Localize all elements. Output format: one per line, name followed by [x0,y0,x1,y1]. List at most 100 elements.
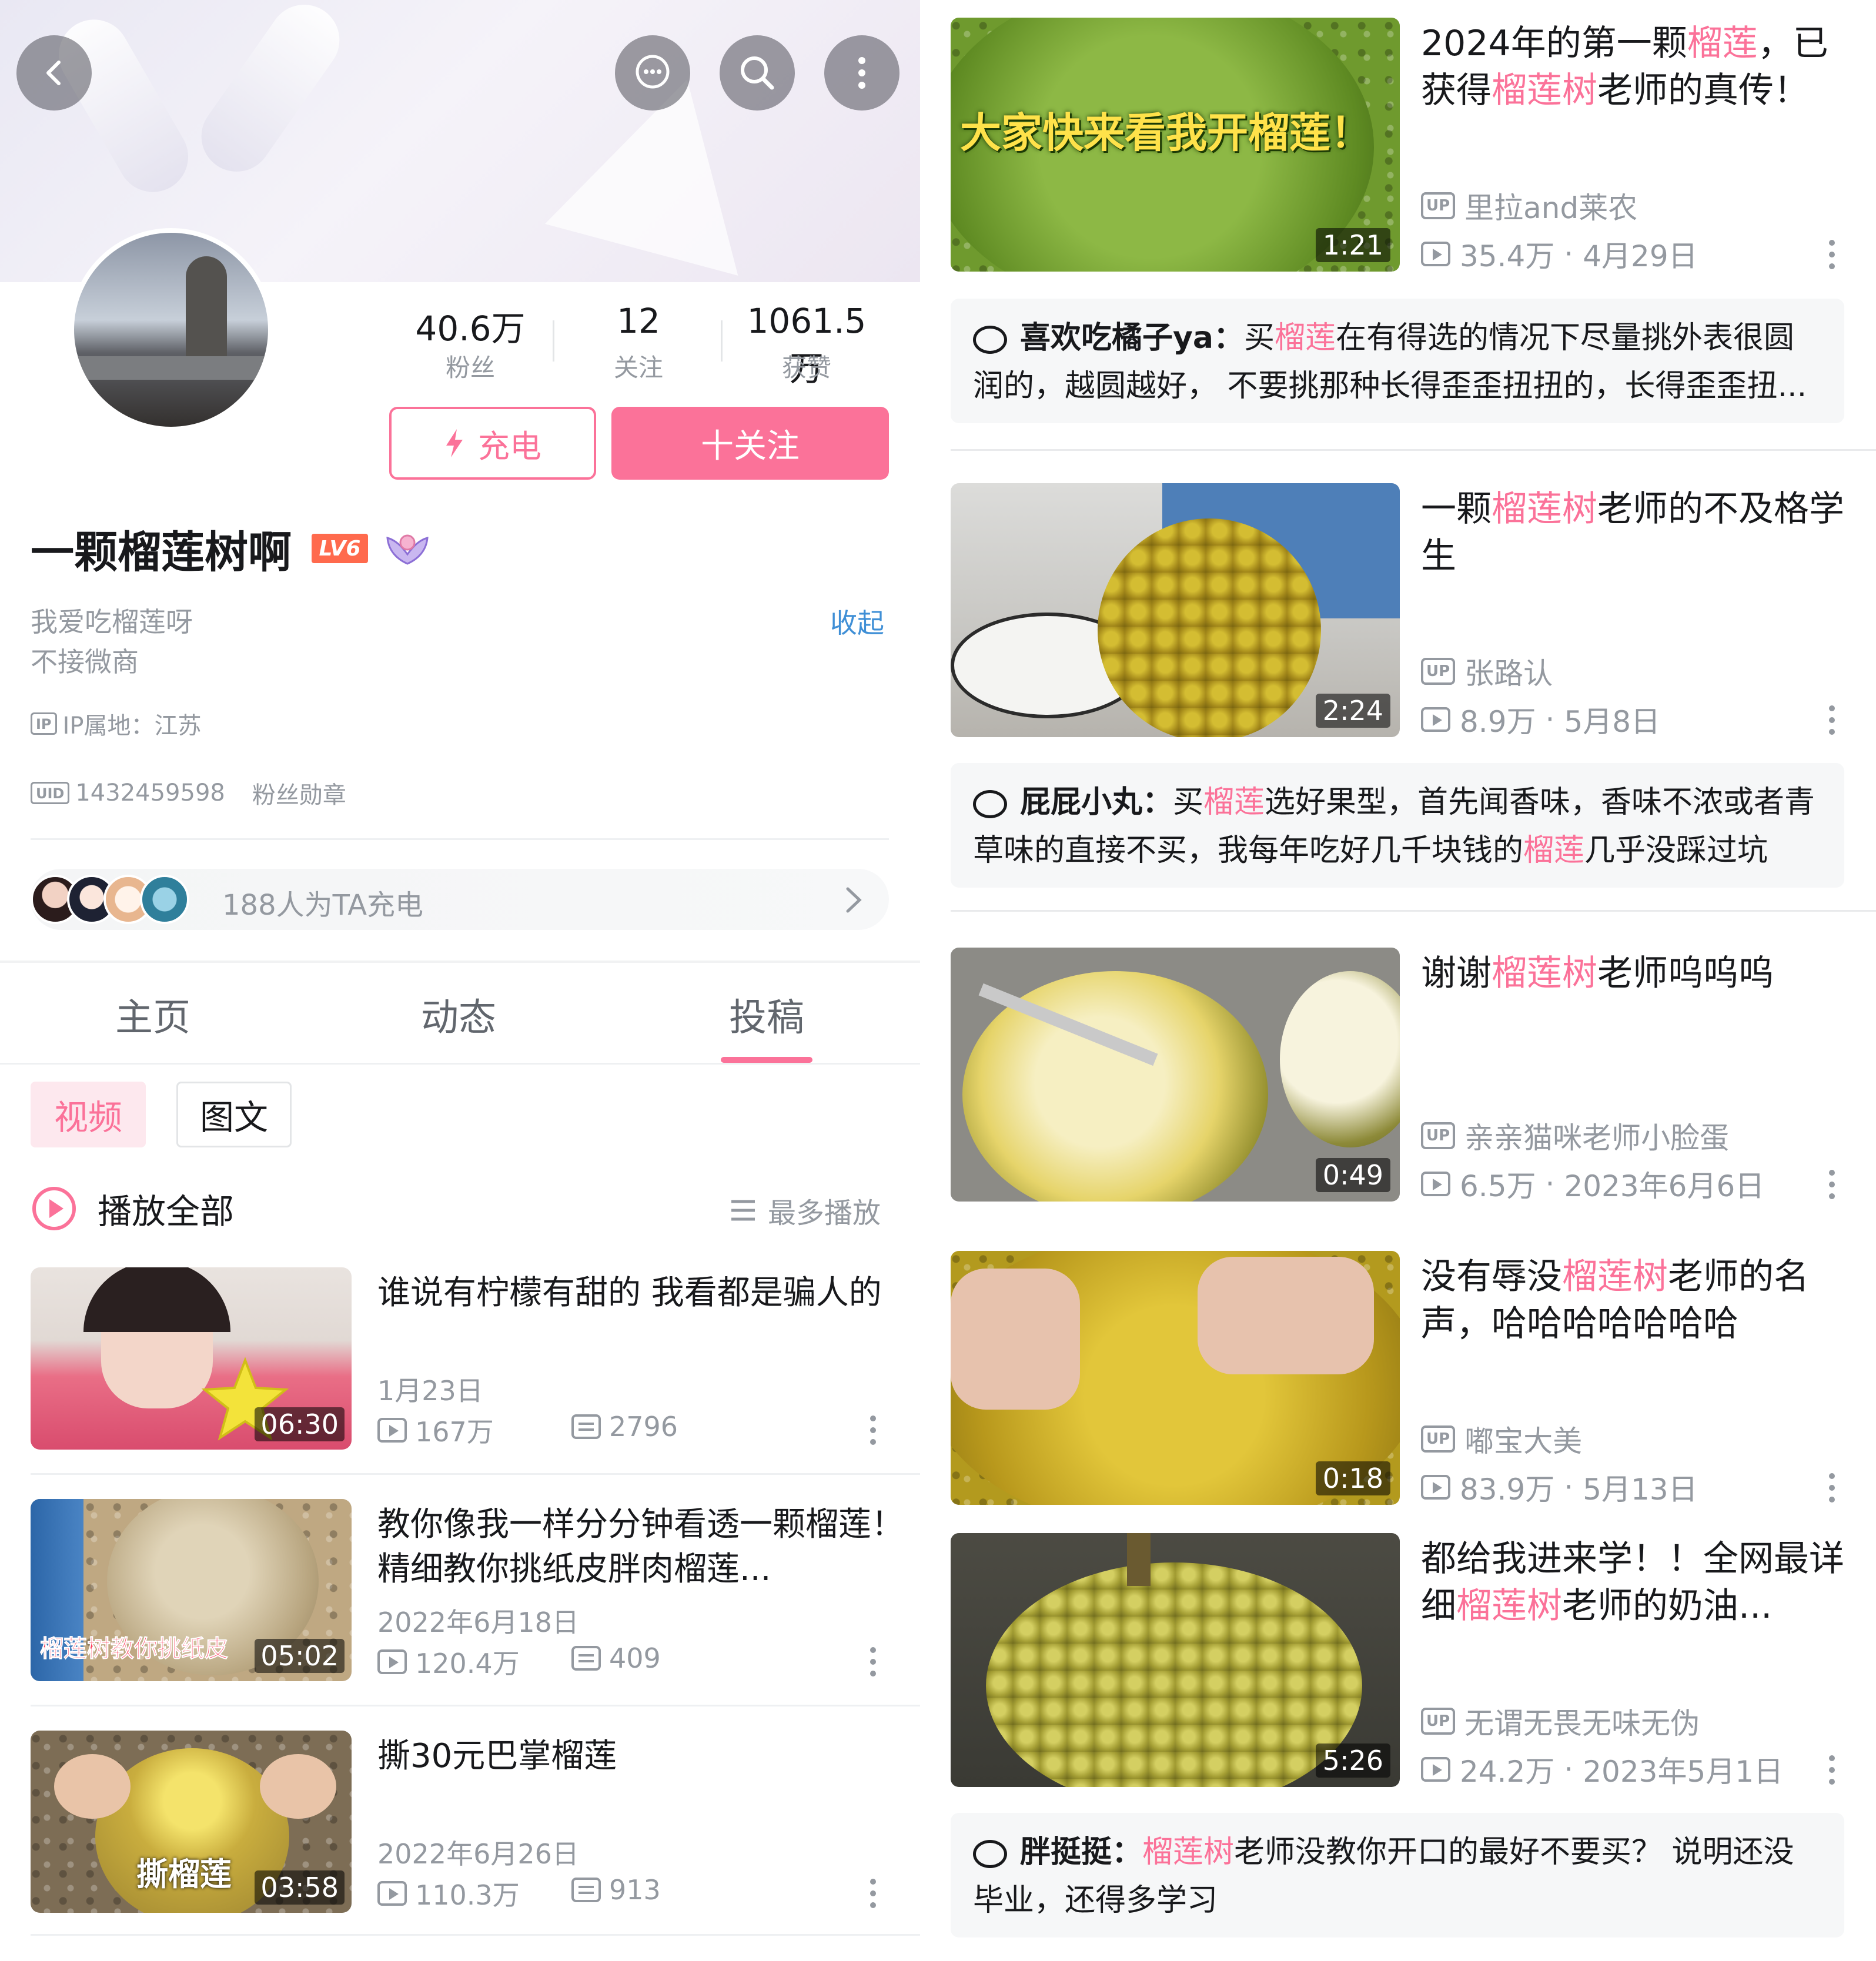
video-title[interactable]: 都给我进来学！！全网最详细榴莲树老师的奶油... [1421,1535,1844,1629]
more-vertical-icon[interactable] [1829,1473,1836,1502]
comment-snippet[interactable]: 胖挺挺：榴莲树老师没教你开口的最好不要买？ 说明还没毕业，还得多学习 [951,1813,1844,1937]
tab-home[interactable]: 主页 [65,988,241,1042]
divider [31,838,889,840]
uploader-row[interactable]: UP 亲亲猫咪老师小脸蛋 [1421,1115,1729,1157]
video-duration: 0:18 [1315,1461,1390,1495]
more-vertical-icon[interactable] [1829,1170,1836,1199]
play-all-button[interactable]: 播放全部 [31,1184,234,1233]
comment-user: 屁屁小丸： [1020,785,1173,820]
video-thumbnail[interactable]: 榴莲树教你挑纸皮 05:02 [31,1499,352,1681]
list-sort-icon [731,1200,755,1221]
video-thumbnail[interactable]: 5:26 [951,1533,1400,1787]
video-item[interactable]: 榴莲树教你挑纸皮 05:02 教你像我一样分分钟看透一颗榴莲！精细教你挑纸皮胖肉… [31,1499,904,1681]
play-count-icon [1421,242,1450,266]
message-button[interactable] [615,35,690,111]
video-date: 5月13日 [1583,1473,1698,1507]
title-highlight: 榴莲树 [1492,70,1597,111]
play-count-icon [377,1881,407,1906]
up-tag-icon: UP [1421,1425,1456,1453]
comment-snippet[interactable]: 喜欢吃橘子ya：买榴莲在有得选的情况下尽量挑外表很圆润的，越圆越好， 不要挑那种… [951,299,1844,423]
video-duration: 05:02 [255,1639,345,1673]
comments-value: 913 [609,1874,661,1906]
video-thumbnail[interactable]: 2:24 [951,483,1400,737]
video-duration: 2:24 [1315,694,1390,728]
comment-highlight: 榴莲 [1523,833,1585,868]
video-title[interactable]: 一颗榴莲树老师的不及格学生 [1421,486,1844,580]
video-date: 1月23日 [377,1375,483,1407]
video-title[interactable]: 撕30元巴掌榴莲 [377,1734,918,1779]
search-results-panel: 大家快来看我开榴莲！ 1:21 2024年的第一颗榴莲，已获得榴莲树老师的真传！… [938,0,1876,1961]
up-tag-icon: UP [1421,1122,1456,1149]
follow-label: 十关注 [701,427,800,466]
danmaku-icon [571,1878,601,1902]
tab-dynamic[interactable]: 动态 [370,988,547,1042]
video-result[interactable]: 大家快来看我开榴莲！ 1:21 2024年的第一颗榴莲，已获得榴莲树老师的真传！… [951,18,1844,273]
search-button[interactable] [720,35,795,111]
video-date: 4月29日 [1583,239,1698,273]
more-vertical-icon[interactable] [1829,1755,1836,1785]
more-button[interactable] [824,35,899,111]
uploader-row[interactable]: UP 无谓无畏无味无伪 [1421,1700,1700,1742]
chargers-row[interactable]: 188人为TA充电 [31,869,889,930]
follow-button[interactable]: 十关注 [611,407,889,480]
title-highlight: 榴莲树 [1492,488,1597,530]
video-result[interactable]: 2:24 一颗榴莲树老师的不及格学生 UP 张路认 8.9万 · 5月8日 [951,483,1844,739]
collapse-link[interactable]: 收起 [830,602,884,641]
more-vertical-icon[interactable] [1829,240,1836,269]
more-vertical-icon[interactable] [870,1879,877,1908]
likes-label: 获赞 [781,353,831,382]
level-badge: LV6 [312,534,368,563]
profile-panel: 40.6万 粉丝 12 关注 1061.5万 获赞 充电 十关注 一颗榴莲树啊 … [0,0,920,1961]
following-count[interactable]: 12 [562,301,715,341]
title-text: 没有辱没 [1421,1256,1562,1297]
title-text: 一颗 [1421,488,1492,530]
play-circle-icon [32,1187,76,1230]
fans-label[interactable]: 粉丝 [394,348,547,384]
view-count-row: 83.9万 · 5月13日 [1421,1466,1698,1508]
subtab-video[interactable]: 视频 [31,1082,146,1147]
video-result[interactable]: 0:49 谢谢榴莲树老师呜呜呜 UP 亲亲猫咪老师小脸蛋 6.5万 · 2023年6月… [951,948,1844,1203]
tab-uploads[interactable]: 投稿 [678,988,855,1042]
video-title[interactable]: 谢谢榴莲树老师呜呜呜 [1421,950,1844,997]
views-value: 110.3万 [415,1879,520,1911]
following-label[interactable]: 关注 [562,348,715,384]
video-result[interactable]: 0:18 没有辱没榴莲树老师的名声，哈哈哈哈哈哈哈 UP 嘟宝大美 83.9万 · 5… [951,1251,1844,1508]
avatar[interactable] [69,228,273,431]
video-title[interactable]: 2024年的第一颗榴莲，已获得榴莲树老师的真传！ [1421,20,1844,114]
uid-value[interactable]: 1432459598 [75,779,225,807]
video-thumbnail[interactable]: 0:18 [951,1251,1400,1505]
play-count-icon [1421,1757,1450,1782]
uploader-row[interactable]: UP 嘟宝大美 [1421,1418,1582,1460]
more-vertical-icon[interactable] [870,1647,877,1676]
more-vertical-icon[interactable] [1829,705,1836,735]
vip-wing-icon[interactable] [385,525,430,570]
comment-highlight: 榴莲 [1275,320,1336,356]
uploader-row[interactable]: UP 张路认 [1421,650,1553,692]
video-thumbnail[interactable]: 06:30 [31,1267,352,1450]
charge-button[interactable]: 充电 [389,407,596,480]
sort-button[interactable]: 最多播放 [729,1190,881,1231]
view-count-row: 8.9万 · 5月8日 [1421,698,1660,741]
video-item[interactable]: 撕榴莲 03:58 撕30元巴掌榴莲 2022年6月26日 110.3万 913 [31,1731,889,1913]
video-title[interactable]: 谁说有柠檬有甜的 我看都是骗人的 [377,1271,918,1316]
comment-snippet[interactable]: 屁屁小丸：买榴莲选好果型，首先闻香味，香味不浓或者青草味的直接不买，我每年吃好几… [951,763,1844,888]
view-count-row: 24.2万 · 2023年5月1日 [1421,1748,1783,1791]
video-thumbnail[interactable]: 0:49 [951,948,1400,1202]
back-icon [46,61,61,85]
video-thumbnail[interactable]: 大家快来看我开榴莲！ 1:21 [951,18,1400,272]
video-item[interactable]: 06:30 谁说有柠檬有甜的 我看都是骗人的 1月23日 167万 2796 [31,1267,889,1450]
fan-badge-link[interactable]: 粉丝勋章 [252,776,346,810]
video-title[interactable]: 没有辱没榴莲树老师的名声，哈哈哈哈哈哈哈 [1421,1253,1844,1347]
more-vertical-icon[interactable] [870,1415,877,1445]
video-result[interactable]: 5:26 都给我进来学！！全网最详细榴莲树老师的奶油... UP 无谓无畏无味无伪… [951,1533,1844,1789]
uploader-row[interactable]: UP 里拉and莱农 [1421,185,1637,227]
ip-location: IP属地：江苏 [62,712,202,739]
subtab-article[interactable]: 图文 [176,1082,292,1147]
video-title[interactable]: 教你像我一样分分钟看透一颗榴莲！精细教你挑纸皮胖肉榴莲... [377,1502,918,1592]
video-thumbnail[interactable]: 撕榴莲 03:58 [31,1731,352,1913]
fans-count[interactable]: 40.6万 [394,301,547,350]
back-button[interactable] [16,35,92,111]
username: 一颗榴莲树啊 [31,527,292,578]
uid-row: UID 1432459598 粉丝勋章 [31,776,346,810]
comment-text: 买 [1173,785,1204,820]
